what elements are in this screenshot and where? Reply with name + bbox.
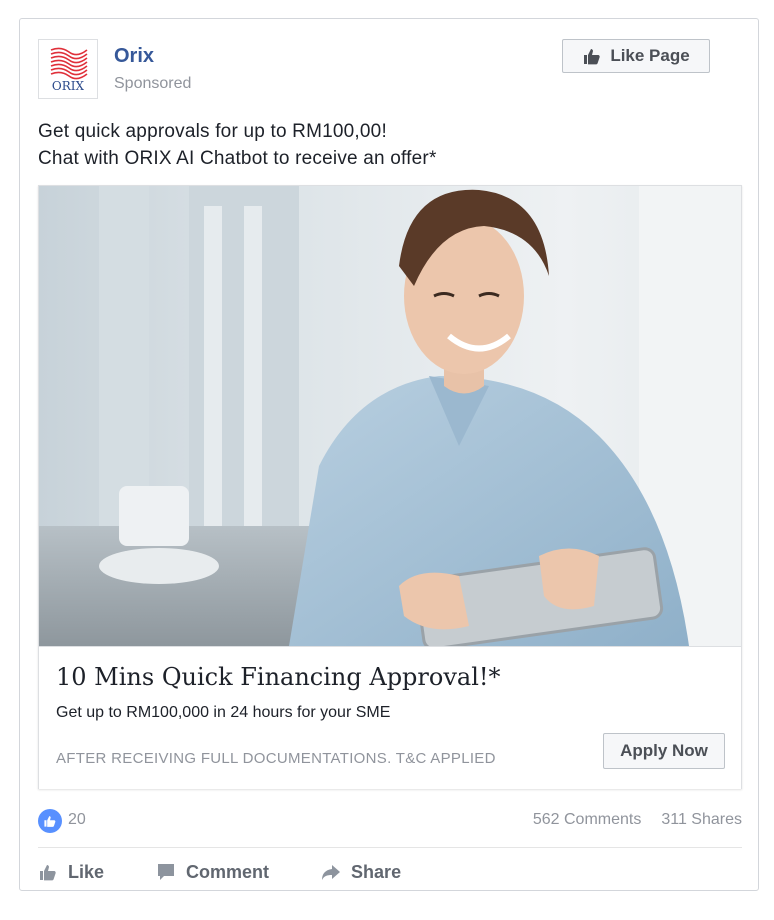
share-button-label: Share — [351, 861, 402, 882]
ad-details[interactable]: 10 Mins Quick Financing Approval!* Get u… — [39, 646, 741, 789]
post-message: Get quick approvals for up to RM100,00! … — [38, 118, 738, 172]
comments-count-link[interactable]: 562 Comments — [533, 811, 642, 829]
share-icon — [322, 865, 341, 880]
like-button-label: Like — [68, 861, 105, 882]
orix-logo[interactable]: ORIX — [38, 39, 98, 99]
post-text-line-1: Get quick approvals for up to RM100,00! — [38, 121, 387, 142]
apply-now-button[interactable]: Apply Now — [603, 733, 725, 769]
woman-with-tablet-photo — [39, 186, 741, 646]
post-header: ORIX Orix Sponsored Like Page — [38, 39, 740, 99]
post-text-line-2: Chat with ORIX AI Chatbot to receive an … — [38, 148, 437, 169]
comment-button-label: Comment — [186, 861, 270, 882]
like-page-label: Like Page — [610, 46, 690, 65]
page-name-link[interactable]: Orix — [114, 45, 154, 68]
like-button[interactable]: Like — [38, 857, 104, 887]
like-reaction-icon[interactable] — [38, 809, 62, 833]
share-button[interactable]: Share — [321, 857, 401, 887]
logo-text: ORIX — [52, 79, 85, 93]
thumbs-up-icon — [40, 865, 56, 881]
post-stats: 20 562 Comments 311 Shares — [38, 806, 742, 836]
sponsored-label[interactable]: Sponsored — [114, 75, 191, 93]
engagement-counts: 562 Comments 311 Shares — [533, 811, 742, 829]
orix-logo-mark: ORIX — [50, 47, 88, 93]
actions-divider — [38, 847, 742, 848]
comment-icon — [158, 864, 175, 880]
sponsored-post-card: ORIX Orix Sponsored Like Page Get quick … — [19, 18, 759, 891]
ad-image[interactable] — [39, 186, 741, 646]
ad-headline[interactable]: 10 Mins Quick Financing Approval!* — [56, 663, 501, 691]
ad-attachment[interactable]: 10 Mins Quick Financing Approval!* Get u… — [38, 185, 742, 789]
shares-count-link[interactable]: 311 Shares — [661, 811, 742, 829]
thumbs-up-icon — [44, 816, 56, 827]
like-count[interactable]: 20 — [68, 811, 86, 829]
ad-description: Get up to RM100,000 in 24 hours for your… — [56, 704, 391, 721]
comment-button[interactable]: Comment — [156, 857, 269, 887]
like-page-button[interactable]: Like Page — [562, 39, 710, 73]
thumbs-up-icon — [584, 49, 601, 65]
post-actions-bar: Like Comment Share — [38, 857, 453, 887]
ad-caption: AFTER RECEIVING FULL DOCUMENTATIONS. T&C… — [56, 750, 496, 767]
